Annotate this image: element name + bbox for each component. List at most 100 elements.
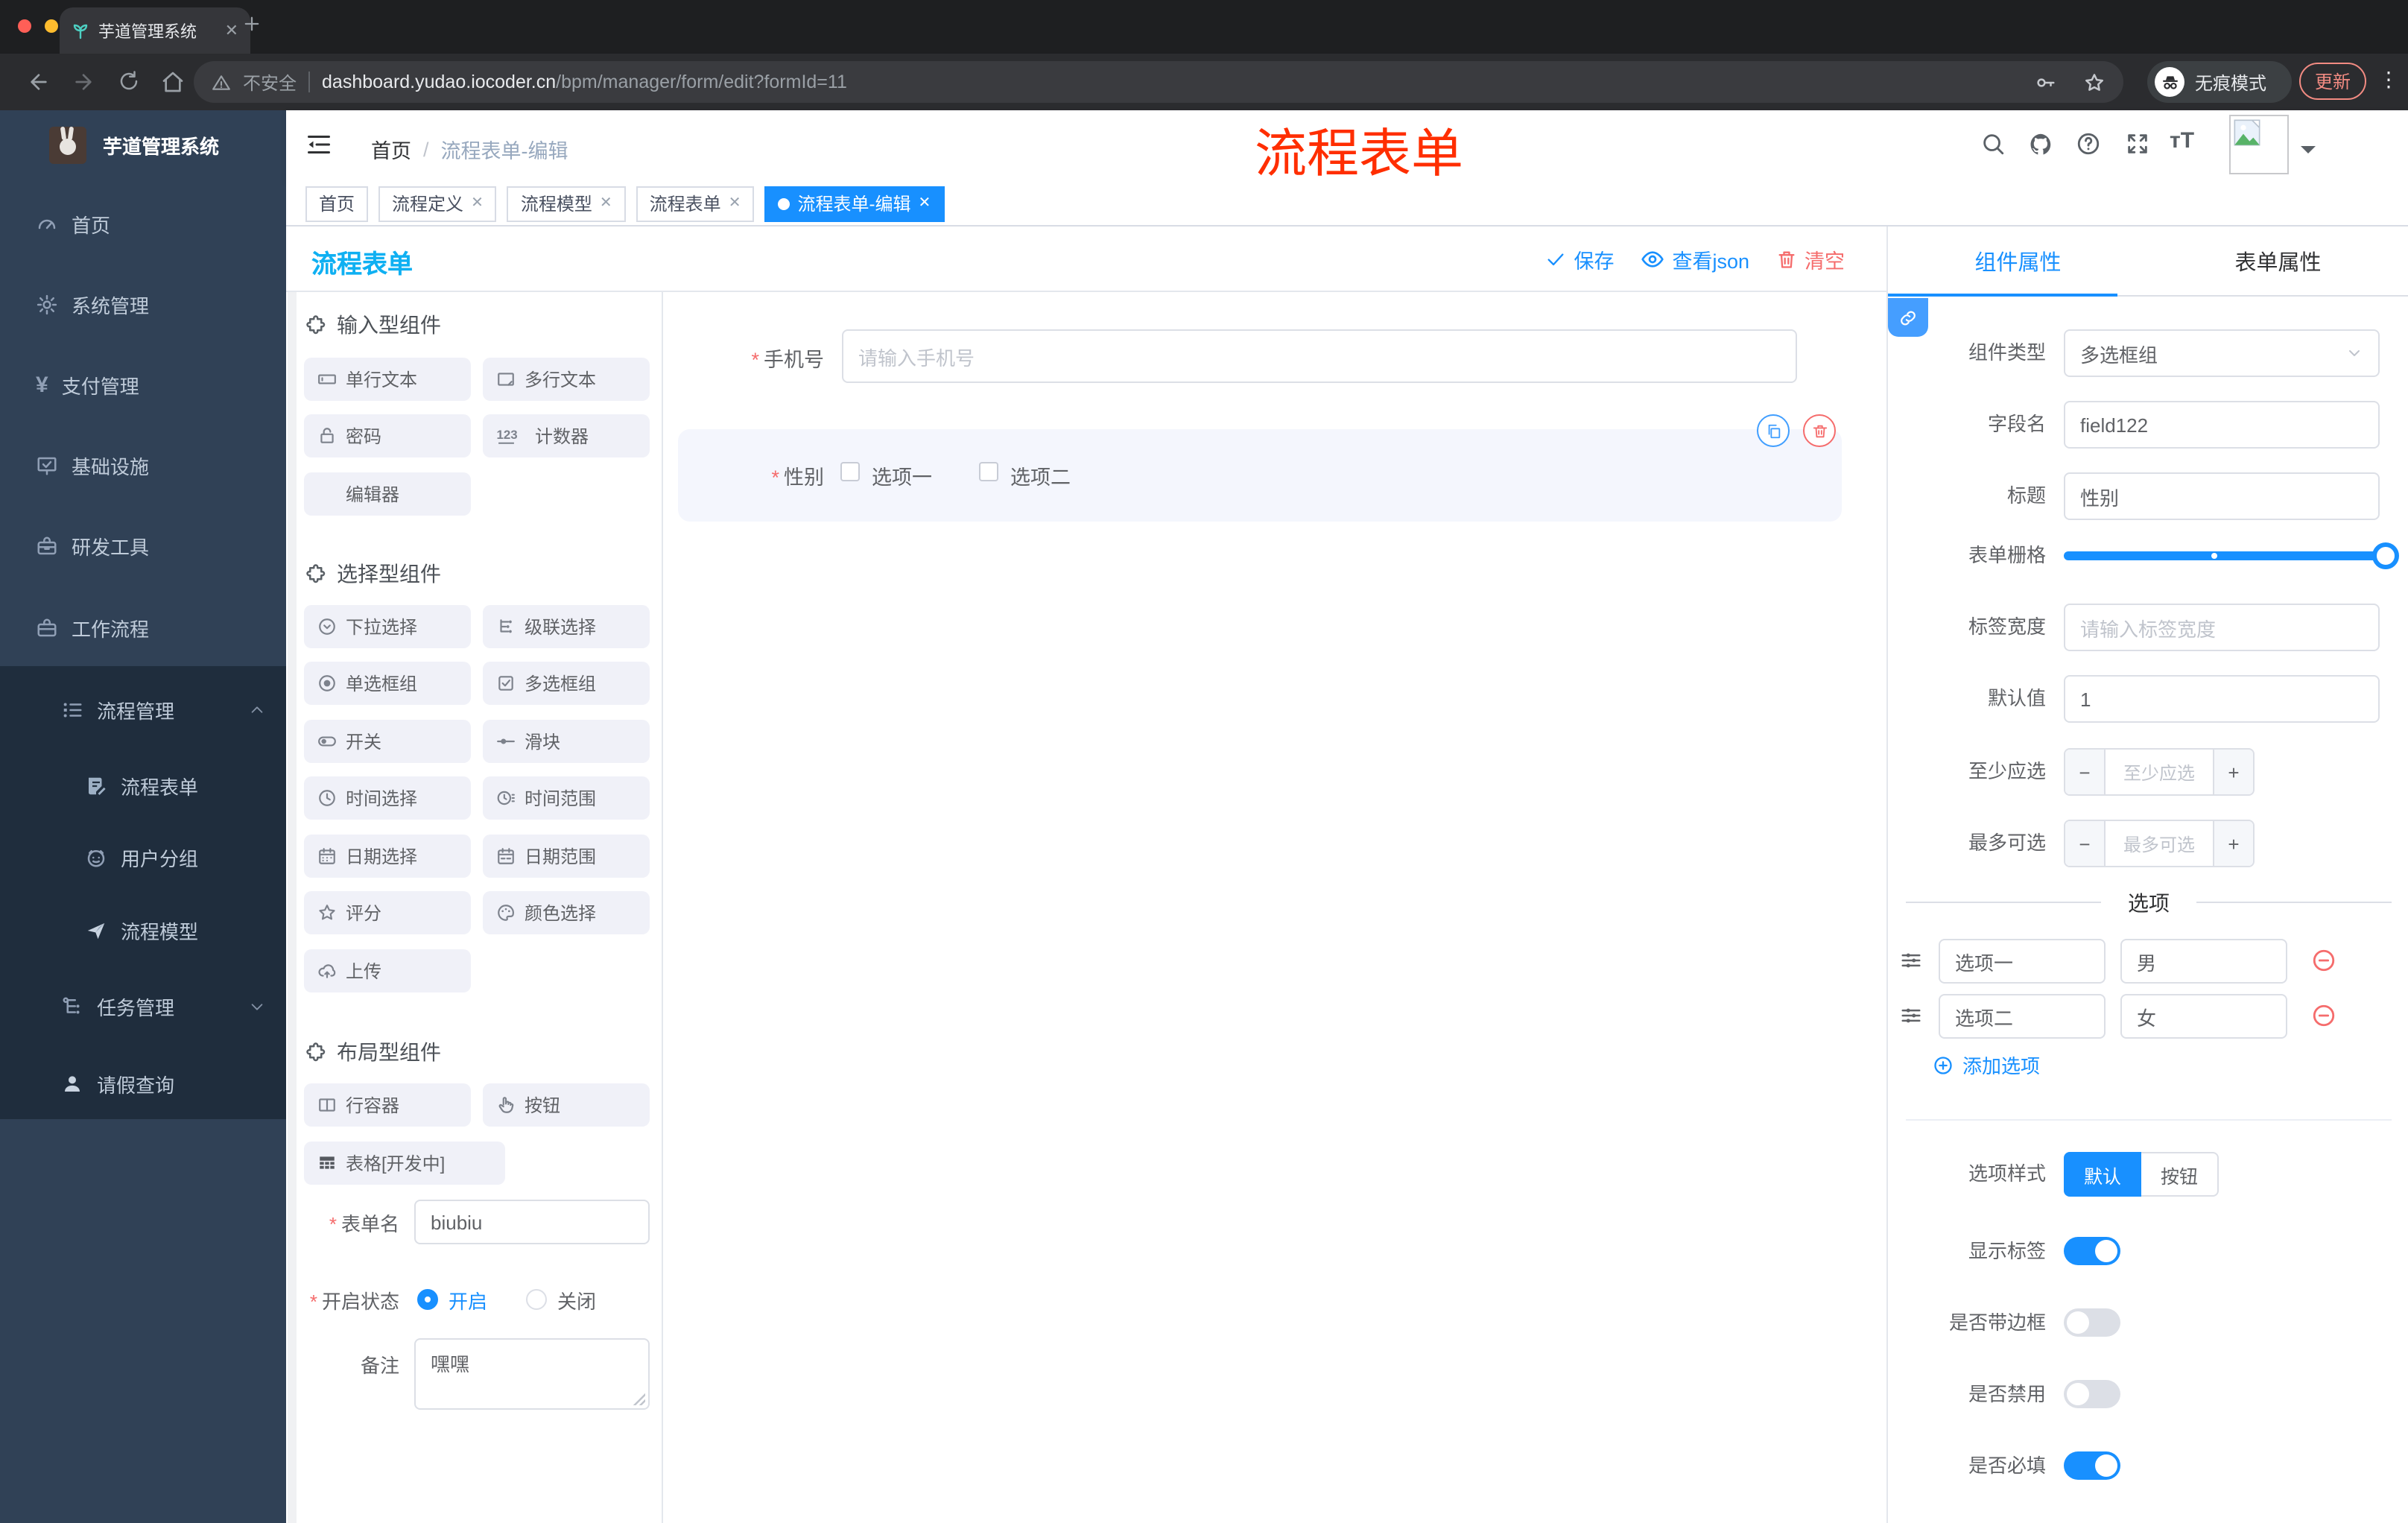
form-remark-textarea[interactable]: 嘿嘿 (414, 1338, 650, 1410)
phone-field-input[interactable]: 请输入手机号 (842, 329, 1797, 383)
stepper-plus-button[interactable]: + (2214, 821, 2253, 866)
tab-close-icon[interactable]: ✕ (225, 21, 238, 40)
chip-checkbox-group[interactable]: 多选框组 (483, 662, 650, 705)
drag-handle-icon[interactable] (1900, 949, 1922, 972)
fullscreen-icon[interactable] (2125, 131, 2150, 156)
sidebar-item-payment[interactable]: ¥ 支付管理 (0, 364, 322, 405)
avatar[interactable] (2229, 115, 2289, 174)
url-bar[interactable]: 不安全 dashboard.yudao.iocoder.cn/bpm/manag… (194, 61, 2123, 103)
chip-color-picker[interactable]: 颜色选择 (483, 891, 650, 934)
tab-form-props[interactable]: 表单属性 (2148, 227, 2408, 295)
chip-upload[interactable]: 上传 (304, 949, 471, 992)
browser-update-button[interactable]: 更新 (2299, 63, 2366, 100)
label-width-input[interactable]: 请输入标签宽度 (2064, 604, 2380, 651)
chip-textarea[interactable]: 多行文本 (483, 358, 650, 401)
option1-value-input[interactable]: 男 (2120, 939, 2287, 984)
sidebar-item-task-mgmt[interactable]: 任务管理 (0, 985, 286, 1027)
drag-handle-icon[interactable] (1900, 1004, 1922, 1027)
tag-process-form[interactable]: 流程表单 ✕ (636, 186, 755, 221)
home-icon[interactable] (161, 70, 185, 94)
chip-password[interactable]: 密码 (304, 414, 471, 457)
font-size-icon[interactable]: тT (2170, 128, 2194, 153)
help-icon[interactable] (2076, 131, 2101, 156)
browser-tab[interactable]: 芋道管理系统 ✕ (60, 7, 250, 54)
remove-option-button[interactable] (2311, 948, 2336, 973)
chip-select[interactable]: 下拉选择 (304, 605, 471, 648)
github-icon[interactable] (2027, 131, 2053, 165)
option2-label-input[interactable]: 选项二 (1939, 994, 2106, 1039)
form-grid-slider[interactable] (2064, 532, 2399, 580)
reload-icon[interactable] (118, 70, 140, 92)
status-on-label[interactable]: 开启 (449, 1285, 487, 1314)
chip-counter[interactable]: 123 计数器 (483, 414, 650, 457)
gender-option2-label[interactable]: 选项二 (1010, 460, 1071, 490)
field-name-input[interactable]: field122 (2064, 401, 2380, 449)
chip-table[interactable]: 表格[开发中] (304, 1142, 505, 1185)
tag-process-model[interactable]: 流程模型 ✕ (507, 186, 626, 221)
close-icon[interactable]: ✕ (918, 195, 931, 212)
chip-slider[interactable]: 滑块 (483, 720, 650, 763)
sidebar-logo[interactable]: 芋道管理系统 (0, 110, 286, 179)
view-json-button[interactable]: 查看json (1641, 244, 1749, 274)
gender-option2-checkbox[interactable] (979, 462, 998, 481)
form-canvas[interactable]: 手机号 请输入手机号 性别 选项一 选项二 (663, 292, 1886, 1523)
required-switch[interactable] (2064, 1451, 2120, 1480)
chip-cascader[interactable]: 级联选择 (483, 605, 650, 648)
remove-option-button[interactable] (2311, 1003, 2336, 1028)
window-minimize-button[interactable] (45, 19, 58, 33)
resize-grip[interactable] (633, 1393, 645, 1405)
close-icon[interactable]: ✕ (600, 195, 612, 212)
chip-time-picker[interactable]: 时间选择 (304, 776, 471, 820)
copy-component-button[interactable] (1757, 414, 1790, 447)
max-select-input[interactable]: 最多可选 (2104, 821, 2214, 866)
status-on-radio[interactable] (417, 1289, 438, 1310)
add-option-button[interactable]: 添加选项 (1933, 1051, 2040, 1079)
status-off-label[interactable]: 关闭 (557, 1285, 596, 1314)
tag-process-form-edit[interactable]: 流程表单-编辑 ✕ (764, 186, 945, 221)
option2-value-input[interactable]: 女 (2120, 994, 2287, 1039)
chip-button[interactable]: 按钮 (483, 1083, 650, 1127)
chip-radio-group[interactable]: 单选框组 (304, 662, 471, 705)
status-off-radio[interactable] (526, 1289, 548, 1310)
chip-time-range[interactable]: 时间范围 (483, 776, 650, 820)
style-default-button[interactable]: 默认 (2064, 1152, 2141, 1197)
browser-menu-icon[interactable]: ⋮ (2378, 67, 2399, 92)
chip-date-picker[interactable]: 日期选择 (304, 835, 471, 878)
show-label-switch[interactable] (2064, 1237, 2120, 1265)
chip-rate[interactable]: 评分 (304, 891, 471, 934)
avatar-caret-icon[interactable] (2301, 146, 2316, 161)
style-button-button[interactable]: 按钮 (2141, 1152, 2219, 1197)
chip-single-line-input[interactable]: 单行文本 (304, 358, 471, 401)
form-name-input[interactable]: biubiu (414, 1200, 650, 1244)
gender-option1-checkbox[interactable] (840, 462, 860, 481)
disabled-switch[interactable] (2064, 1380, 2120, 1408)
bookmark-star-icon[interactable] (2083, 71, 2106, 93)
chip-date-range[interactable]: 日期范围 (483, 835, 650, 878)
sidebar-item-process-mgmt[interactable]: 流程管理 (0, 688, 286, 730)
slider-handle[interactable] (2372, 542, 2399, 569)
back-icon[interactable] (27, 70, 51, 94)
close-icon[interactable]: ✕ (471, 195, 484, 212)
tag-process-definition[interactable]: 流程定义 ✕ (378, 186, 497, 221)
delete-component-button[interactable] (1803, 414, 1836, 447)
forward-icon[interactable] (72, 70, 95, 94)
min-select-input[interactable]: 至少应选 (2104, 750, 2214, 794)
border-switch[interactable] (2064, 1308, 2120, 1337)
sidebar-item-system[interactable]: 系统管理 (0, 283, 322, 325)
new-tab-button[interactable] (241, 13, 262, 34)
chip-row-container[interactable]: 行容器 (304, 1083, 471, 1127)
component-type-select[interactable]: 多选框组 (2064, 329, 2380, 377)
save-button[interactable]: 保存 (1545, 244, 1614, 274)
window-close-button[interactable] (18, 19, 31, 33)
chip-editor[interactable]: 编辑器 (304, 472, 471, 516)
stepper-plus-button[interactable]: + (2214, 750, 2253, 794)
default-value-input[interactable]: 1 (2064, 675, 2380, 723)
gender-option1-label[interactable]: 选项一 (872, 460, 932, 490)
sidebar-item-infra[interactable]: 基础设施 (0, 444, 322, 486)
stepper-minus-button[interactable]: − (2065, 821, 2104, 866)
sidebar-item-workflow[interactable]: 工作流程 (0, 607, 322, 648)
tab-component-props[interactable]: 组件属性 (1888, 227, 2148, 295)
title-input[interactable]: 性别 (2064, 472, 2380, 520)
breadcrumb-home[interactable]: 首页 (371, 134, 411, 164)
close-icon[interactable]: ✕ (729, 195, 741, 212)
